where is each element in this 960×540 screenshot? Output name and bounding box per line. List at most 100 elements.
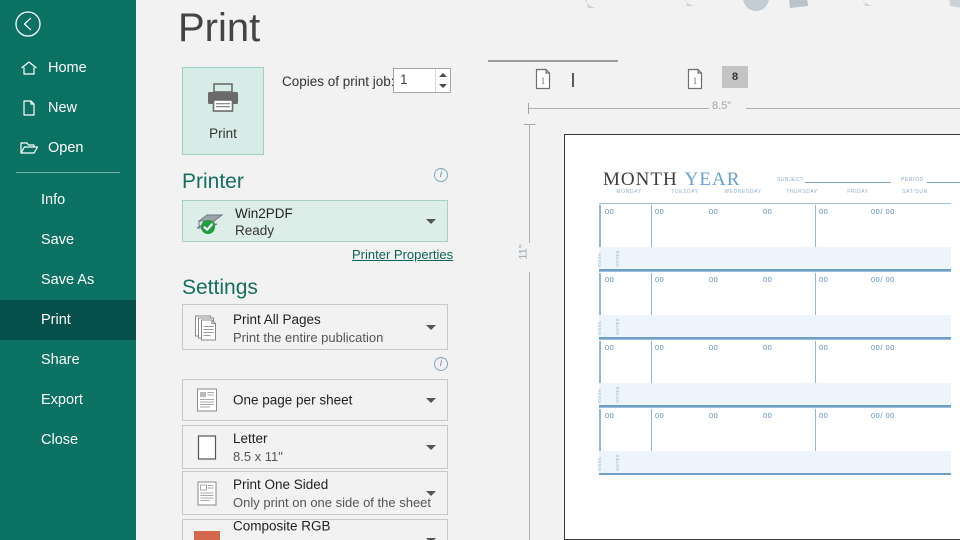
document-day-headers: MONDAY TUESDAY WEDNESDAY THURSDAY FRIDAY… [601,189,951,201]
document-field-line-subject [805,182,891,183]
sidebar-item-label: Info [41,192,65,208]
print-range-select[interactable]: Print All Pages Print the entire publica… [182,304,448,350]
printer-select[interactable]: Win2PDF Ready [182,200,448,242]
document-preview-page[interactable]: MONTHYEAR SUBJECT PERIOD MONDAY TUESDAY … [564,134,960,540]
day-header: MONDAY [601,189,657,195]
sidebar-item-print[interactable]: Print [0,300,136,340]
calendar-date: 00 [605,275,614,284]
sidebar-item-label: Home [48,60,87,76]
calendar-week-row[interactable]: WEEK NOTES 00 00 00 00 00 00/ 00 [599,271,951,339]
settings-section-heading: Settings [182,276,258,300]
notes-label: NOTES [615,454,620,471]
calendar-date: 00 [655,343,664,352]
calendar-date: 00 [709,411,718,420]
color-swatch-icon [192,525,222,540]
page-layout-select[interactable]: One page per sheet [182,379,448,421]
zoom-slider-handle[interactable] [572,73,574,87]
print-range-title: Print All Pages [233,312,321,327]
sidebar-item-share[interactable]: Share [0,340,136,380]
printer-properties-link[interactable]: Printer Properties [352,247,453,262]
document-field-label-period: PERIOD [901,177,924,183]
sidebar-item-close[interactable]: Close [0,420,136,460]
preview-toolbar: 1 1 8 [488,60,960,98]
notes-label: NOTES [615,318,620,335]
calendar-date: 00 [709,275,718,284]
vertical-ruler: 11" [518,120,540,540]
calendar-date: 00 [763,411,772,420]
day-header: THURSDAY [773,189,831,195]
calendar-date: 00 [605,343,614,352]
calendar-date: 00 [655,207,664,216]
spinner-up-icon[interactable] [436,69,450,81]
calendar-week-row[interactable]: WEEK NOTES 00 00 00 00 00 00/ 00 [599,203,951,271]
calendar-date: 00 [819,411,828,420]
sidebar-item-label: Close [41,432,78,448]
chevron-down-icon[interactable] [426,219,436,224]
spinner-down-icon[interactable] [436,81,450,93]
print-range-subtitle: Print the entire publication [233,330,383,345]
sidebar-item-label: Share [41,352,80,368]
calendar-week-row[interactable]: WEEK NOTES 00 00 00 00 00 00/ 00 [599,339,951,407]
zoom-slider[interactable] [488,60,618,62]
copies-label: Copies of print job: [282,74,395,89]
calendar-date: 00/ 00 [871,207,895,216]
sidebar-item-label: Export [41,392,83,408]
copies-stepper[interactable]: 1 [393,68,451,93]
printer-icon [204,81,242,120]
calendar-date: 00/ 00 [871,275,895,284]
single-page-view-icon[interactable]: 1 [534,68,552,95]
calendar-week-row[interactable]: WEEK NOTES 00 00 00 00 00 00/ 00 [599,407,951,475]
document-title-month: MONTH [603,169,678,190]
calendar-date: 00/ 00 [871,343,895,352]
notes-label: NOTES [615,386,620,403]
horizontal-ruler-label: 8.5" [712,100,731,112]
sidebar-item-save[interactable]: Save [0,220,136,260]
sidebar-item-export[interactable]: Export [0,380,136,420]
sidebar-secondary-nav: Info Save Save As Print Share Export Clo… [0,180,136,460]
sidebar-item-new[interactable]: New [0,88,136,128]
printer-section-heading: Printer [182,170,244,194]
print-sides-select[interactable]: Print One Sided Only print on one side o… [182,471,448,515]
chevron-down-icon[interactable] [426,491,436,496]
sidebar-item-label: Open [48,140,83,156]
print-button-label: Print [209,126,237,141]
print-sides-title: Print One Sided [233,477,328,492]
pages-info-icon[interactable]: i [434,357,448,371]
color-model-select[interactable]: Composite RGB [182,519,448,540]
page-layout-icon [192,385,222,415]
paper-size-icon [192,432,222,462]
color-model-title: Composite RGB [233,519,331,534]
copies-spinner-arrows [435,69,450,92]
window-top-decoration [488,0,960,26]
sidebar-item-open[interactable]: Open [0,128,136,168]
calendar-date: 00 [605,207,614,216]
backstage-sidebar: Home New Open [0,0,136,540]
document-field-line-period [927,182,960,183]
calendar-date: 00 [819,207,828,216]
chevron-down-icon[interactable] [426,325,436,330]
sidebar-item-save-as[interactable]: Save As [0,260,136,300]
printer-info-icon[interactable]: i [434,168,448,182]
vertical-ruler-label: 11" [518,244,530,259]
print-preview-pane: 1 1 8 8.5" [488,0,960,540]
week-label: WEEK [597,389,602,403]
page-layout-title: One page per sheet [233,393,352,408]
calendar-date: 00/ 00 [871,411,895,420]
document-title-year: YEAR [685,169,741,190]
day-header: SAT/SUN [885,189,945,195]
calendar-date: 00 [709,207,718,216]
chevron-down-icon[interactable] [426,445,436,450]
document-title: MONTH YEAR [603,169,740,191]
svg-text:1: 1 [693,76,698,86]
chevron-down-icon[interactable] [426,398,436,403]
paper-size-select[interactable]: Letter 8.5 x 11" [182,425,448,469]
single-page-view-icon[interactable]: 1 [686,68,704,95]
print-button[interactable]: Print [182,67,264,155]
calendar-date: 00 [763,343,772,352]
back-arrow-icon[interactable] [10,6,46,42]
day-header: TUESDAY [657,189,713,195]
fit-to-sheet-label: 8 [732,71,738,83]
sidebar-item-home[interactable]: Home [0,48,136,88]
sidebar-item-info[interactable]: Info [0,180,136,220]
fit-to-sheet-icon[interactable]: 8 [722,66,748,88]
